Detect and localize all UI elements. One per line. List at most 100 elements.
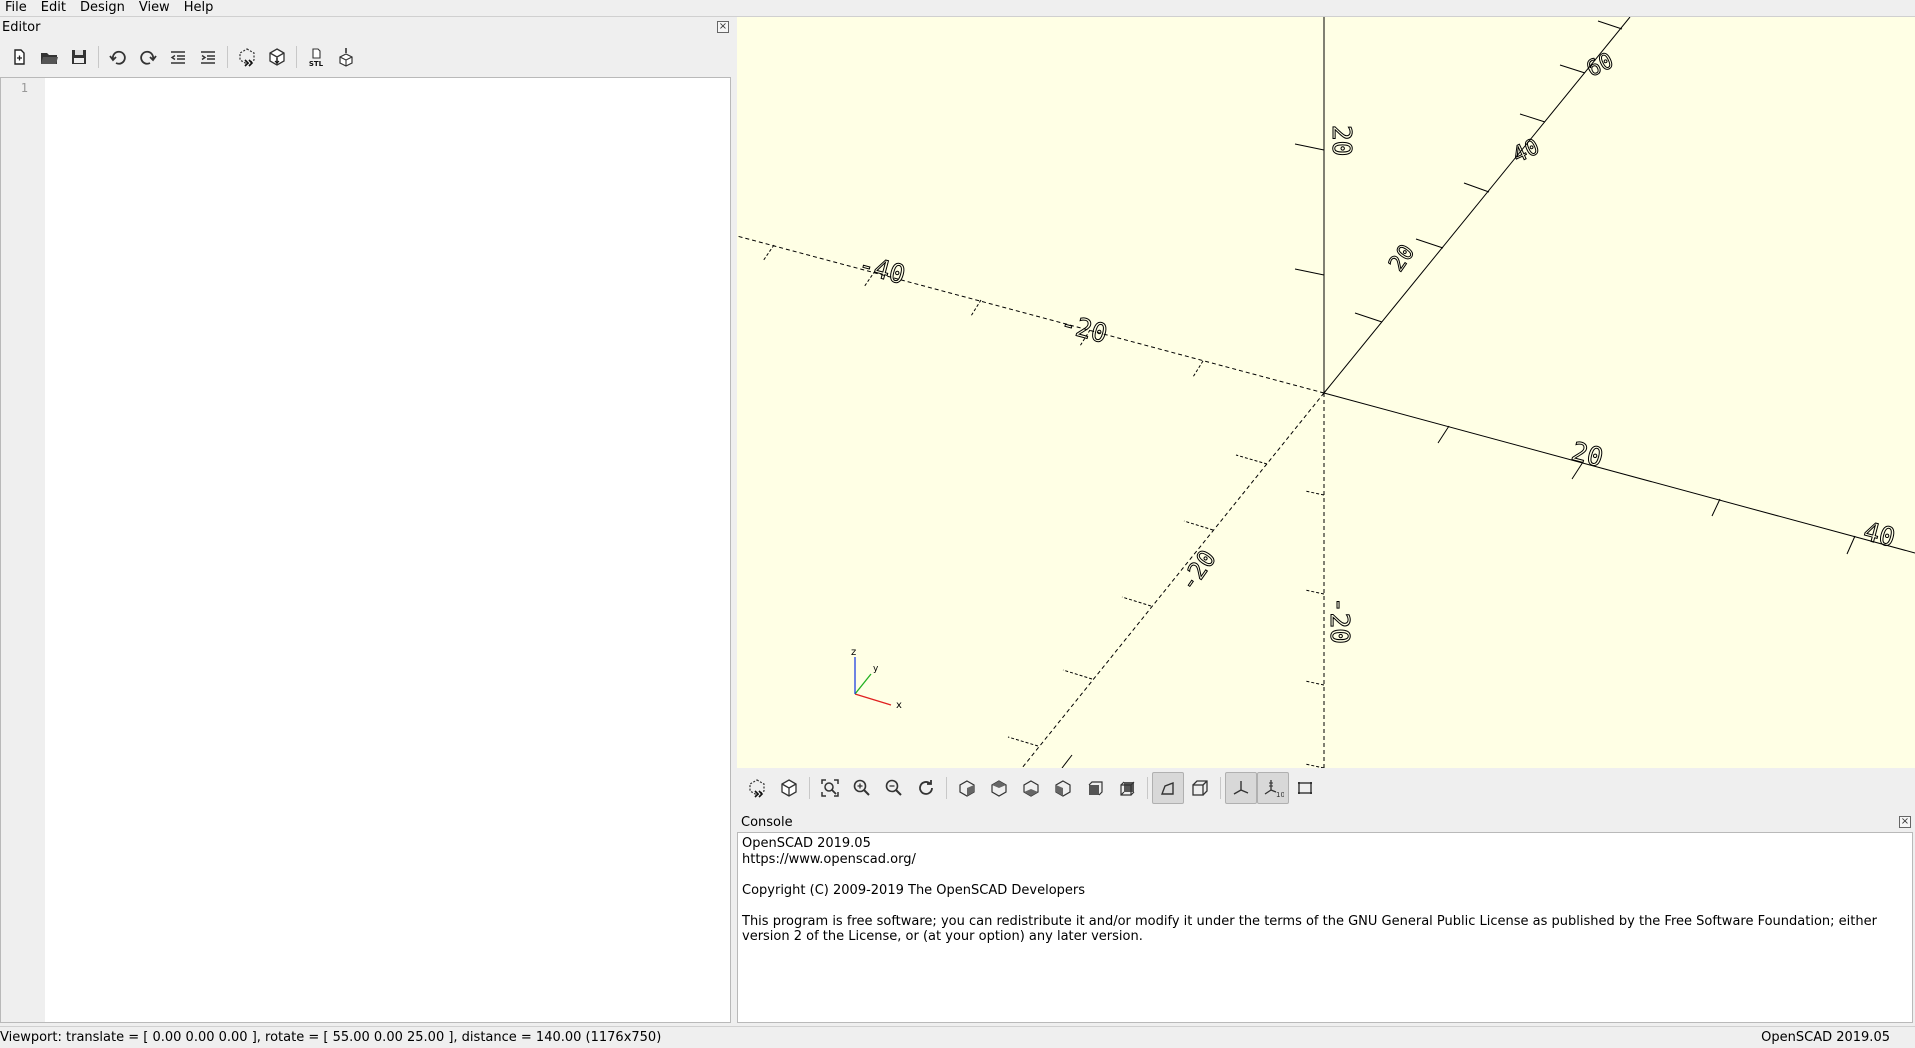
y-tick bbox=[1183, 520, 1214, 531]
editor-dock: Editor × STL 1 bbox=[0, 17, 733, 1023]
y-axis-positive bbox=[1323, 17, 1631, 394]
y-axis-label: 20 bbox=[1384, 240, 1420, 276]
show-scale-markers-icon[interactable]: 10 bbox=[1257, 772, 1289, 804]
toolbar-separator bbox=[1220, 777, 1221, 799]
preview-icon[interactable] bbox=[232, 42, 262, 72]
toolbar-separator bbox=[809, 777, 810, 799]
render-icon[interactable] bbox=[262, 42, 292, 72]
y-tick bbox=[1415, 238, 1444, 249]
preview-icon[interactable] bbox=[741, 772, 773, 804]
3d-viewport[interactable]: 20 40 -20 -40 20 -20 20 40 60 -20 x y z bbox=[737, 17, 1915, 768]
code-editor[interactable]: 1 bbox=[0, 77, 731, 1023]
editor-title: Editor bbox=[2, 20, 41, 35]
console-line: OpenSCAD 2019.05 bbox=[742, 836, 871, 851]
view-back-icon[interactable] bbox=[1111, 772, 1143, 804]
viewport-status: Viewport: translate = [ 0.00 0.00 0.00 ]… bbox=[0, 1030, 662, 1045]
console-line: https://www.openscad.org/ bbox=[742, 851, 916, 867]
y-tick bbox=[1354, 312, 1383, 323]
x-axis-label: 40 bbox=[1860, 517, 1898, 554]
console-close-icon[interactable]: × bbox=[1899, 816, 1911, 828]
y-tick bbox=[1463, 182, 1490, 193]
z-tick bbox=[1304, 589, 1325, 595]
menu-view[interactable]: View bbox=[133, 0, 178, 16]
new-file-icon[interactable] bbox=[4, 42, 34, 72]
toolbar-separator bbox=[1147, 777, 1148, 799]
gizmo-z-label: z bbox=[851, 647, 856, 658]
menu-help[interactable]: Help bbox=[178, 0, 222, 16]
view-left-icon[interactable] bbox=[1047, 772, 1079, 804]
menu-edit[interactable]: Edit bbox=[35, 0, 74, 16]
console-line: This program is free software; you can r… bbox=[742, 913, 1882, 945]
redo-icon[interactable] bbox=[133, 42, 163, 72]
version-status: OpenSCAD 2019.05 bbox=[1761, 1030, 1890, 1045]
undo-icon[interactable] bbox=[103, 42, 133, 72]
y-axis-label: 40 bbox=[1509, 135, 1544, 169]
zoom-out-icon[interactable] bbox=[878, 772, 910, 804]
y-tick bbox=[1519, 113, 1546, 123]
open-file-icon[interactable] bbox=[34, 42, 64, 72]
perspective-icon[interactable] bbox=[1152, 772, 1184, 804]
gizmo-x-label: x bbox=[896, 700, 902, 711]
view-toolbar: 10 bbox=[737, 768, 1915, 808]
show-edges-icon[interactable] bbox=[1289, 772, 1321, 804]
y-tick bbox=[1007, 736, 1039, 747]
save-icon[interactable] bbox=[64, 42, 94, 72]
view-right-icon[interactable] bbox=[951, 772, 983, 804]
toolbar-separator bbox=[227, 46, 228, 68]
toolbar-separator bbox=[296, 46, 297, 68]
send-to-printer-icon[interactable] bbox=[331, 42, 361, 72]
editor-close-icon[interactable]: × bbox=[717, 21, 729, 33]
reset-view-icon[interactable] bbox=[910, 772, 942, 804]
y-axis-label: -20 bbox=[1174, 545, 1222, 597]
view-bottom-icon[interactable] bbox=[1015, 772, 1047, 804]
x-tick bbox=[1711, 498, 1721, 517]
x-axis-label: -40 bbox=[855, 250, 908, 291]
view-front-icon[interactable] bbox=[1079, 772, 1111, 804]
line-number: 1 bbox=[20, 81, 28, 95]
menu-design[interactable]: Design bbox=[74, 0, 133, 16]
console-title: Console bbox=[741, 815, 793, 830]
z-tick bbox=[1304, 490, 1325, 496]
menu-bar: File Edit Design View Help bbox=[0, 0, 1915, 17]
orthogonal-icon[interactable] bbox=[1184, 772, 1216, 804]
x-tick bbox=[1192, 360, 1204, 378]
z-axis-label: -20 bbox=[1324, 597, 1354, 644]
export-stl-icon[interactable]: STL bbox=[301, 42, 331, 72]
unindent-icon[interactable] bbox=[163, 42, 193, 72]
console-dock: Console × OpenSCAD 2019.05 https://www.o… bbox=[737, 812, 1915, 1023]
y-tick bbox=[1235, 454, 1268, 465]
y-tick bbox=[1121, 596, 1152, 607]
x-axis-positive bbox=[1323, 392, 1915, 554]
svg-text:10: 10 bbox=[1276, 791, 1284, 799]
x-axis-negative bbox=[737, 235, 1325, 394]
gizmo-y-label: y bbox=[873, 664, 879, 674]
console-line: Copyright (C) 2009-2019 The OpenSCAD Dev… bbox=[742, 882, 1086, 898]
zoom-in-icon[interactable] bbox=[846, 772, 878, 804]
editor-toolbar: STL bbox=[4, 41, 361, 73]
gizmo-x-line bbox=[854, 693, 892, 706]
x-axis-label: -20 bbox=[1057, 309, 1110, 350]
gizmo-y-line bbox=[854, 673, 872, 695]
view-top-icon[interactable] bbox=[983, 772, 1015, 804]
y-axis-label: 60 bbox=[1583, 49, 1618, 83]
y-tick bbox=[1559, 64, 1586, 74]
console-output[interactable]: OpenSCAD 2019.05 https://www.openscad.or… bbox=[737, 832, 1913, 1023]
x-tick bbox=[762, 244, 775, 262]
toolbar-separator bbox=[946, 777, 947, 799]
show-axes-icon[interactable] bbox=[1225, 772, 1257, 804]
x-tick bbox=[1846, 535, 1856, 555]
z-tick bbox=[1294, 143, 1325, 151]
axes-gizmo: x y z bbox=[851, 647, 902, 711]
indent-icon[interactable] bbox=[193, 42, 223, 72]
y-tick bbox=[1061, 754, 1073, 768]
svg-text:STL: STL bbox=[309, 60, 324, 68]
x-tick bbox=[970, 299, 982, 317]
z-tick bbox=[1304, 680, 1325, 686]
status-bar: Viewport: translate = [ 0.00 0.00 0.00 ]… bbox=[0, 1026, 1915, 1048]
render-icon[interactable] bbox=[773, 772, 805, 804]
toolbar-separator bbox=[98, 46, 99, 68]
menu-file[interactable]: File bbox=[0, 0, 35, 16]
view-all-icon[interactable] bbox=[814, 772, 846, 804]
